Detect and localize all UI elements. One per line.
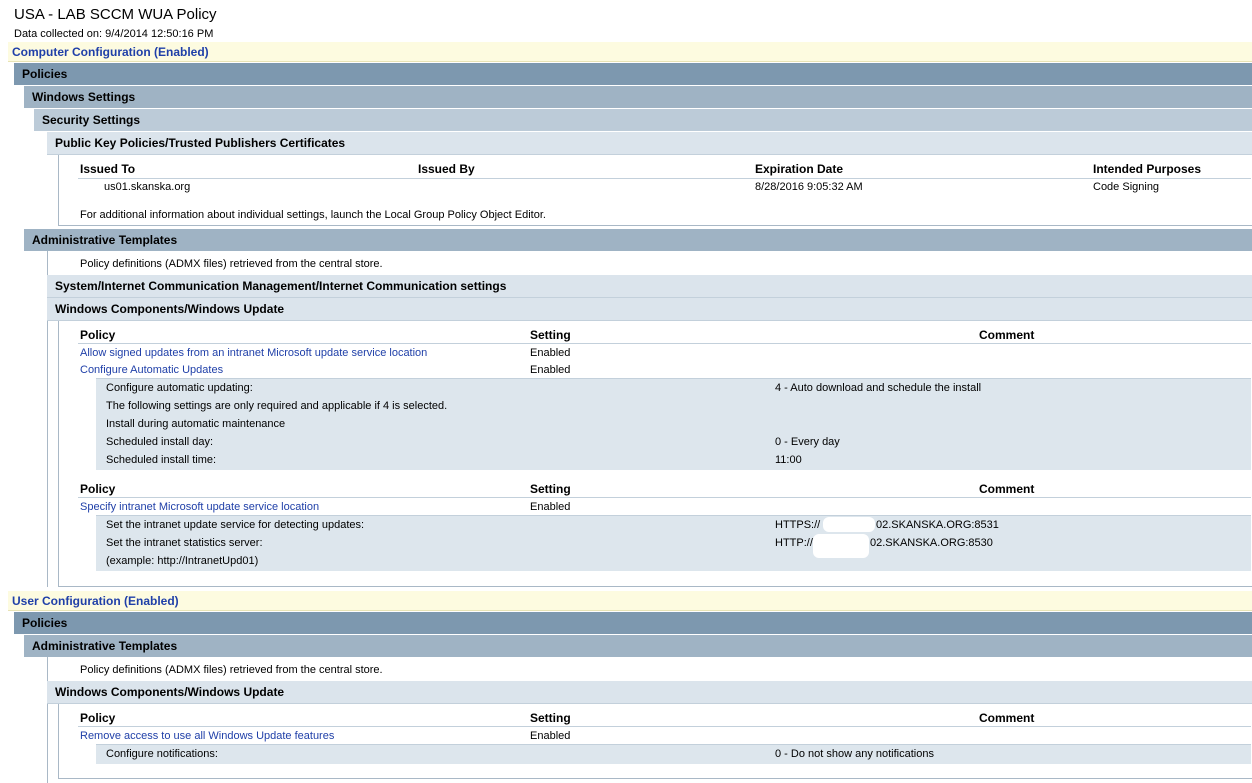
computer-configuration-label: Computer Configuration (Enabled) — [12, 45, 209, 59]
user-admin-templates-border — [47, 657, 48, 783]
user-admin-templates-label: Administrative Templates — [32, 639, 178, 653]
policy-allow-signed-updates-link[interactable]: Allow signed updates from an intranet Mi… — [80, 347, 427, 359]
cert-additional-info: For additional information about individ… — [80, 209, 546, 221]
col-policy: Policy — [80, 482, 116, 496]
computer-windows-update-label: Windows Components/Windows Update — [55, 302, 285, 316]
user-configuration-label: User Configuration (Enabled) — [12, 594, 179, 608]
user-admin-templates-header[interactable]: Administrative Templates — [24, 635, 1252, 657]
user-policies-header[interactable]: Policies — [14, 612, 1252, 634]
computer-admx-note: Policy definitions (ADMX files) retrieve… — [80, 258, 383, 270]
computer-admin-templates-header[interactable]: Administrative Templates — [24, 229, 1252, 251]
computer-policies-header[interactable]: Policies — [14, 63, 1252, 85]
policy-header-divider — [78, 726, 1251, 727]
security-settings-label: Security Settings — [42, 113, 141, 127]
user-policies-label: Policies — [22, 616, 68, 630]
col-setting: Setting — [530, 482, 571, 496]
public-key-policies-label: Public Key Policies/Trusted Publishers C… — [55, 136, 346, 150]
policy-allow-signed-updates-setting: Enabled — [530, 347, 571, 359]
col-policy: Policy — [80, 711, 116, 725]
detail-label: Set the intranet update service for dete… — [106, 519, 365, 531]
user-windows-update-header[interactable]: Windows Components/Windows Update — [47, 681, 1252, 704]
gpo-report: USA - LAB SCCM WUA Policy Data collected… — [0, 0, 1252, 783]
internet-communication-label: System/Internet Communication Management… — [55, 279, 507, 293]
windows-settings-label: Windows Settings — [32, 90, 136, 104]
col-setting: Setting — [530, 328, 571, 342]
detail-label: The following settings are only required… — [106, 400, 448, 412]
policy-header-divider — [78, 497, 1251, 498]
detail-label: Scheduled install day: — [106, 436, 214, 448]
col-setting: Setting — [530, 711, 571, 725]
col-expiration-date: Expiration Date — [755, 162, 844, 176]
col-intended-purposes: Intended Purposes — [1093, 162, 1202, 176]
detail-value: 02.SKANSKA.ORG:8531 — [876, 519, 999, 531]
detail-value: HTTPS:// — [775, 519, 821, 531]
detail-label: Scheduled install time: — [106, 454, 217, 466]
cert-issued-to: us01.skanska.org — [104, 181, 191, 193]
cert-header-divider — [78, 178, 1251, 179]
detail-label: Install during automatic maintenance — [106, 418, 286, 430]
col-issued-to: Issued To — [80, 162, 136, 176]
public-key-policies-header[interactable]: Public Key Policies/Trusted Publishers C… — [47, 132, 1252, 155]
col-comment: Comment — [979, 482, 1035, 496]
detail-label: Configure notifications: — [106, 748, 218, 760]
policy-remove-access-windows-update-setting: Enabled — [530, 730, 571, 742]
computer-windows-update-header[interactable]: Windows Components/Windows Update — [47, 298, 1252, 321]
internet-communication-header[interactable]: System/Internet Communication Management… — [47, 275, 1252, 298]
col-issued-by: Issued By — [418, 162, 475, 176]
report-title: USA - LAB SCCM WUA Policy — [14, 6, 217, 23]
cert-expiration: 8/28/2016 9:05:32 AM — [755, 181, 863, 193]
computer-configuration-header[interactable]: Computer Configuration (Enabled) — [8, 42, 1252, 62]
col-comment: Comment — [979, 711, 1035, 725]
policy-header-divider — [78, 343, 1251, 344]
security-settings-header[interactable]: Security Settings — [34, 109, 1252, 131]
col-policy: Policy — [80, 328, 116, 342]
cert-purpose: Code Signing — [1093, 181, 1160, 193]
detail-value: 0 - Every day — [775, 436, 840, 448]
detail-value: 11:00 — [775, 454, 802, 466]
computer-policies-label: Policies — [22, 67, 68, 81]
redaction-mark — [813, 534, 869, 558]
detail-value: 0 - Do not show any notifications — [775, 748, 934, 760]
policy-configure-automatic-updates-link[interactable]: Configure Automatic Updates — [80, 364, 223, 376]
policy-remove-access-windows-update-link[interactable]: Remove access to use all Windows Update … — [80, 730, 334, 742]
policy-configure-automatic-updates-setting: Enabled — [530, 364, 571, 376]
detail-value: 02.SKANSKA.ORG:8530 — [870, 537, 993, 549]
user-configuration-header[interactable]: User Configuration (Enabled) — [8, 591, 1252, 611]
policy-specify-intranet-location-setting: Enabled — [530, 501, 571, 513]
detail-label: Set the intranet statistics server: — [106, 537, 263, 549]
detail-value: HTTP:// — [775, 537, 813, 549]
data-collected-date: Data collected on: 9/4/2014 12:50:16 PM — [14, 28, 214, 40]
redaction-mark — [418, 180, 546, 194]
policy-specify-intranet-location-link[interactable]: Specify intranet Microsoft update servic… — [80, 501, 319, 513]
detail-label: (example: http://IntranetUpd01) — [106, 555, 259, 567]
user-windows-update-label: Windows Components/Windows Update — [55, 685, 285, 699]
detail-value: 4 - Auto download and schedule the insta… — [775, 382, 982, 394]
col-comment: Comment — [979, 328, 1035, 342]
detail-label: Configure automatic updating: — [106, 382, 253, 394]
computer-admin-templates-label: Administrative Templates — [32, 233, 178, 247]
user-admx-note: Policy definitions (ADMX files) retrieve… — [80, 664, 383, 676]
windows-settings-header[interactable]: Windows Settings — [24, 86, 1252, 108]
redaction-mark — [823, 517, 875, 532]
notifications-details — [96, 744, 1251, 764]
